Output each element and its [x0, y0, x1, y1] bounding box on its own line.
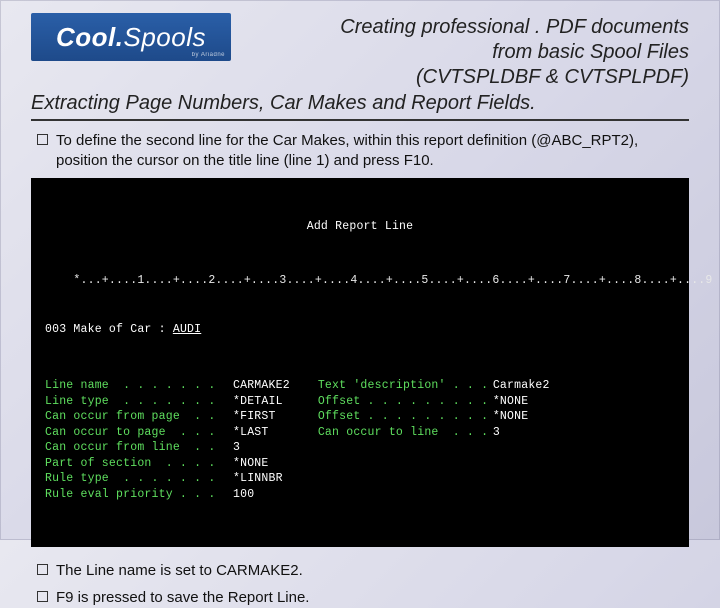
terminal-title: Add Report Line	[45, 219, 675, 235]
terminal-field-label: Rule type . . . . . . .	[45, 471, 233, 487]
terminal-field-row: Line name . . . . . . .CARMAKE2	[45, 378, 290, 394]
terminal-context-prefix: Make of Car :	[66, 323, 173, 336]
terminal-field-value: *LINNBR	[233, 471, 283, 487]
terminal-field-row: Rule type . . . . . . .*LINNBR	[45, 471, 290, 487]
logo-text-a: Cool.	[56, 22, 124, 52]
terminal-field-label: Line name . . . . . . .	[45, 378, 233, 394]
bullet-bottom-2: F9 is pressed to save the Report Line.	[31, 588, 689, 608]
terminal-context-value: AUDI	[173, 323, 201, 336]
header-row: Cool.Spools by Ariadne Creating professi…	[31, 13, 689, 90]
terminal-field-label: Can occur from line . .	[45, 440, 233, 456]
terminal-field-row: Can occur to line . . .3	[318, 425, 550, 441]
terminal-left-col: Line name . . . . . . .CARMAKE2Line type…	[45, 378, 290, 502]
terminal-field-row: Offset . . . . . . . . .*NONE	[318, 394, 550, 410]
terminal-lineno: 003	[45, 323, 66, 336]
coolspools-logo: Cool.Spools by Ariadne	[31, 13, 231, 61]
terminal-right-col: Text 'description' . . .Carmake2Offset .…	[318, 378, 550, 502]
terminal-field-label: Can occur from page . .	[45, 409, 233, 425]
bullet-box-icon	[37, 564, 48, 575]
terminal-field-value: *FIRST	[233, 409, 276, 425]
bullet-top-text: To define the second line for the Car Ma…	[56, 131, 689, 172]
terminal-field-row: Line type . . . . . . .*DETAIL	[45, 394, 290, 410]
title-underline	[31, 119, 689, 121]
bullet-top: To define the second line for the Car Ma…	[31, 131, 689, 172]
terminal-field-label: Part of section . . . .	[45, 456, 233, 472]
terminal-field-row: Text 'description' . . .Carmake2	[318, 378, 550, 394]
terminal-field-value: Carmake2	[493, 378, 550, 394]
terminal-screenshot: Add Report Line *...+....1....+....2....…	[31, 178, 689, 548]
terminal-field-row: Rule eval priority . . .100	[45, 487, 290, 503]
slide: Cool.Spools by Ariadne Creating professi…	[0, 0, 720, 540]
bullet-box-icon	[37, 591, 48, 602]
bullet-box-icon	[37, 134, 48, 145]
terminal-field-row: Can occur from line . .3	[45, 440, 290, 456]
terminal-field-value: *NONE	[493, 409, 529, 425]
terminal-field-value: *NONE	[233, 456, 269, 472]
terminal-field-row: Can occur to page . . .*LAST	[45, 425, 290, 441]
terminal-field-label: Can occur to line . . .	[318, 425, 493, 441]
terminal-field-value: 100	[233, 487, 254, 503]
terminal-field-value: *LAST	[233, 425, 269, 441]
slide-title: Creating professional . PDF documents fr…	[243, 13, 689, 90]
title-line-1: Creating professional . PDF documents	[243, 15, 689, 40]
terminal-columns: Line name . . . . . . .CARMAKE2Line type…	[45, 378, 675, 502]
terminal-field-row: Offset . . . . . . . . .*NONE	[318, 409, 550, 425]
logo-byline: by Ariadne	[192, 52, 225, 58]
title-line-3: (CVTSPLDBF & CVTSPLPDF)	[243, 65, 689, 90]
terminal-field-label: Offset . . . . . . . . .	[318, 409, 493, 425]
terminal-field-value: CARMAKE2	[233, 378, 290, 394]
terminal-context-line: 003 Make of Car : AUDI	[45, 322, 675, 338]
terminal-field-label: Rule eval priority . . .	[45, 487, 233, 503]
terminal-field-value: *DETAIL	[233, 394, 283, 410]
logo-text-b: Spools	[124, 22, 207, 52]
terminal-field-row: Can occur from page . .*FIRST	[45, 409, 290, 425]
title-line-2: from basic Spool Files	[243, 40, 689, 65]
terminal-field-value: *NONE	[493, 394, 529, 410]
bullet-bottom-2-text: F9 is pressed to save the Report Line.	[56, 588, 309, 608]
terminal-field-label: Line type . . . . . . .	[45, 394, 233, 410]
terminal-field-value: 3	[493, 425, 500, 441]
terminal-field-value: 3	[233, 440, 240, 456]
terminal-field-label: Offset . . . . . . . . .	[318, 394, 493, 410]
slide-subtitle: Extracting Page Numbers, Car Makes and R…	[31, 92, 689, 115]
bullet-bottom-1-text: The Line name is set to CARMAKE2.	[56, 561, 303, 581]
terminal-field-label: Text 'description' . . .	[318, 378, 493, 394]
terminal-ruler: *...+....1....+....2....+....3....+....4…	[45, 273, 675, 289]
terminal-field-label: Can occur to page . . .	[45, 425, 233, 441]
bullet-bottom-1: The Line name is set to CARMAKE2.	[31, 561, 689, 581]
terminal-field-row: Part of section . . . .*NONE	[45, 456, 290, 472]
